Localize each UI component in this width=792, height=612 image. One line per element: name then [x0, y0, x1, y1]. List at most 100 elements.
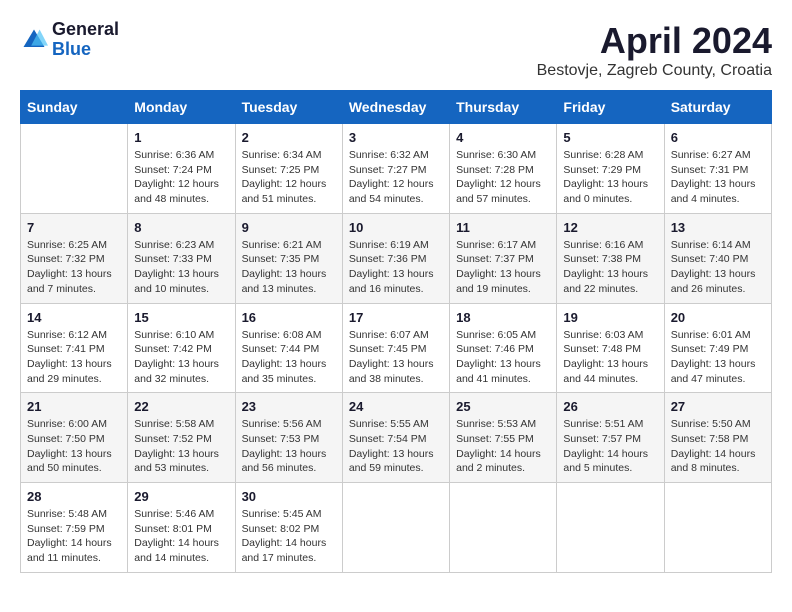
weekday-header: Friday	[557, 91, 664, 124]
calendar-cell: 5Sunrise: 6:28 AM Sunset: 7:29 PM Daylig…	[557, 124, 664, 214]
day-info: Sunrise: 6:14 AM Sunset: 7:40 PM Dayligh…	[671, 238, 765, 297]
calendar-cell: 24 Sunrise: 5:55 AM Sunset: 7:54 PM Dayli…	[342, 393, 449, 483]
day-info: Sunrise: 5:48 AM Sunset: 7:59 PM Dayligh…	[27, 507, 121, 566]
calendar-cell	[342, 483, 449, 573]
calendar-cell: 4Sunrise: 6:30 AM Sunset: 7:28 PM Daylig…	[450, 124, 557, 214]
day-info: Sunrise: 6:07 AM Sunset: 7:45 PM Dayligh…	[349, 328, 443, 387]
calendar-cell: 19 Sunrise: 6:03 AM Sunset: 7:48 PM Dayli…	[557, 303, 664, 393]
calendar-table: SundayMondayTuesdayWednesdayThursdayFrid…	[20, 90, 772, 573]
calendar-cell	[664, 483, 771, 573]
calendar-cell: 22 Sunrise: 5:58 AM Sunset: 7:52 PM Dayli…	[128, 393, 235, 483]
calendar-cell	[21, 124, 128, 214]
day-number: 9	[242, 220, 336, 235]
logo: General Blue	[20, 20, 119, 60]
calendar-cell: 9 Sunrise: 6:21 AM Sunset: 7:35 PM Daylig…	[235, 213, 342, 303]
day-number: 1	[134, 130, 228, 145]
calendar-week-row: 28 Sunrise: 5:48 AM Sunset: 7:59 PM Dayli…	[21, 483, 772, 573]
calendar-cell: 15 Sunrise: 6:10 AM Sunset: 7:42 PM Dayli…	[128, 303, 235, 393]
day-info: Sunrise: 6:16 AM Sunset: 7:38 PM Dayligh…	[563, 238, 657, 297]
day-number: 13	[671, 220, 765, 235]
day-number: 11	[456, 220, 550, 235]
day-number: 30	[242, 489, 336, 504]
weekday-header: Sunday	[21, 91, 128, 124]
day-info: Sunrise: 6:27 AM Sunset: 7:31 PM Dayligh…	[671, 148, 765, 207]
calendar-cell: 29Sunrise: 5:46 AM Sunset: 8:01 PM Dayli…	[128, 483, 235, 573]
day-info: Sunrise: 6:23 AM Sunset: 7:33 PM Dayligh…	[134, 238, 228, 297]
day-number: 10	[349, 220, 443, 235]
day-info: Sunrise: 6:01 AM Sunset: 7:49 PM Dayligh…	[671, 328, 765, 387]
day-number: 25	[456, 399, 550, 414]
month-title: April 2024	[537, 20, 772, 62]
calendar-cell: 18 Sunrise: 6:05 AM Sunset: 7:46 PM Dayli…	[450, 303, 557, 393]
calendar-cell: 7 Sunrise: 6:25 AM Sunset: 7:32 PM Daylig…	[21, 213, 128, 303]
day-info: Sunrise: 5:55 AM Sunset: 7:54 PM Dayligh…	[349, 417, 443, 476]
calendar-cell: 3 Sunrise: 6:32 AM Sunset: 7:27 PM Daylig…	[342, 124, 449, 214]
day-number: 18	[456, 310, 550, 325]
calendar-cell: 26 Sunrise: 5:51 AM Sunset: 7:57 PM Dayli…	[557, 393, 664, 483]
calendar-cell: 16 Sunrise: 6:08 AM Sunset: 7:44 PM Dayli…	[235, 303, 342, 393]
day-number: 4	[456, 130, 550, 145]
day-info: Sunrise: 6:32 AM Sunset: 7:27 PM Dayligh…	[349, 148, 443, 207]
day-info: Sunrise: 6:25 AM Sunset: 7:32 PM Dayligh…	[27, 238, 121, 297]
calendar-cell	[557, 483, 664, 573]
calendar-cell: 8 Sunrise: 6:23 AM Sunset: 7:33 PM Daylig…	[128, 213, 235, 303]
logo-text: General Blue	[52, 20, 119, 60]
weekday-header: Thursday	[450, 91, 557, 124]
day-info: Sunrise: 6:17 AM Sunset: 7:37 PM Dayligh…	[456, 238, 550, 297]
calendar-cell: 10 Sunrise: 6:19 AM Sunset: 7:36 PM Dayli…	[342, 213, 449, 303]
day-number: 7	[27, 220, 121, 235]
calendar-cell: 20 Sunrise: 6:01 AM Sunset: 7:49 PM Dayli…	[664, 303, 771, 393]
weekday-header: Tuesday	[235, 91, 342, 124]
day-info: Sunrise: 5:58 AM Sunset: 7:52 PM Dayligh…	[134, 417, 228, 476]
day-info: Sunrise: 6:05 AM Sunset: 7:46 PM Dayligh…	[456, 328, 550, 387]
day-number: 3	[349, 130, 443, 145]
weekday-header: Wednesday	[342, 91, 449, 124]
day-info: Sunrise: 6:10 AM Sunset: 7:42 PM Dayligh…	[134, 328, 228, 387]
calendar-cell: 14 Sunrise: 6:12 AM Sunset: 7:41 PM Dayli…	[21, 303, 128, 393]
day-number: 27	[671, 399, 765, 414]
day-info: Sunrise: 6:19 AM Sunset: 7:36 PM Dayligh…	[349, 238, 443, 297]
day-number: 12	[563, 220, 657, 235]
day-number: 8	[134, 220, 228, 235]
day-number: 20	[671, 310, 765, 325]
day-info: Sunrise: 6:03 AM Sunset: 7:48 PM Dayligh…	[563, 328, 657, 387]
day-number: 2	[242, 130, 336, 145]
day-number: 15	[134, 310, 228, 325]
day-number: 21	[27, 399, 121, 414]
day-number: 22	[134, 399, 228, 414]
logo-blue-text: Blue	[52, 40, 119, 60]
calendar-cell: 6 Sunrise: 6:27 AM Sunset: 7:31 PM Daylig…	[664, 124, 771, 214]
calendar-header-row: SundayMondayTuesdayWednesdayThursdayFrid…	[21, 91, 772, 124]
day-info: Sunrise: 6:36 AM Sunset: 7:24 PM Dayligh…	[134, 148, 228, 207]
calendar-cell: 30Sunrise: 5:45 AM Sunset: 8:02 PM Dayli…	[235, 483, 342, 573]
day-info: Sunrise: 5:46 AM Sunset: 8:01 PM Dayligh…	[134, 507, 228, 566]
calendar-cell: 27 Sunrise: 5:50 AM Sunset: 7:58 PM Dayli…	[664, 393, 771, 483]
calendar-cell: 11 Sunrise: 6:17 AM Sunset: 7:37 PM Dayli…	[450, 213, 557, 303]
day-info: Sunrise: 6:08 AM Sunset: 7:44 PM Dayligh…	[242, 328, 336, 387]
day-number: 19	[563, 310, 657, 325]
day-number: 5	[563, 130, 657, 145]
calendar-cell: 13 Sunrise: 6:14 AM Sunset: 7:40 PM Dayli…	[664, 213, 771, 303]
day-info: Sunrise: 5:56 AM Sunset: 7:53 PM Dayligh…	[242, 417, 336, 476]
day-info: Sunrise: 6:21 AM Sunset: 7:35 PM Dayligh…	[242, 238, 336, 297]
day-number: 6	[671, 130, 765, 145]
day-info: Sunrise: 6:12 AM Sunset: 7:41 PM Dayligh…	[27, 328, 121, 387]
calendar-week-row: 14 Sunrise: 6:12 AM Sunset: 7:41 PM Dayli…	[21, 303, 772, 393]
calendar-cell: 25 Sunrise: 5:53 AM Sunset: 7:55 PM Dayli…	[450, 393, 557, 483]
weekday-header: Saturday	[664, 91, 771, 124]
day-number: 14	[27, 310, 121, 325]
day-info: Sunrise: 5:53 AM Sunset: 7:55 PM Dayligh…	[456, 417, 550, 476]
logo-icon	[20, 26, 48, 54]
day-number: 24	[349, 399, 443, 414]
day-info: Sunrise: 5:51 AM Sunset: 7:57 PM Dayligh…	[563, 417, 657, 476]
calendar-cell: 1 Sunrise: 6:36 AM Sunset: 7:24 PM Daylig…	[128, 124, 235, 214]
title-section: April 2024 Bestovje, Zagreb County, Croa…	[537, 20, 772, 80]
day-number: 16	[242, 310, 336, 325]
day-number: 28	[27, 489, 121, 504]
weekday-header: Monday	[128, 91, 235, 124]
day-info: Sunrise: 5:50 AM Sunset: 7:58 PM Dayligh…	[671, 417, 765, 476]
day-info: Sunrise: 6:00 AM Sunset: 7:50 PM Dayligh…	[27, 417, 121, 476]
calendar-week-row: 21 Sunrise: 6:00 AM Sunset: 7:50 PM Dayli…	[21, 393, 772, 483]
calendar-week-row: 7 Sunrise: 6:25 AM Sunset: 7:32 PM Daylig…	[21, 213, 772, 303]
day-number: 26	[563, 399, 657, 414]
